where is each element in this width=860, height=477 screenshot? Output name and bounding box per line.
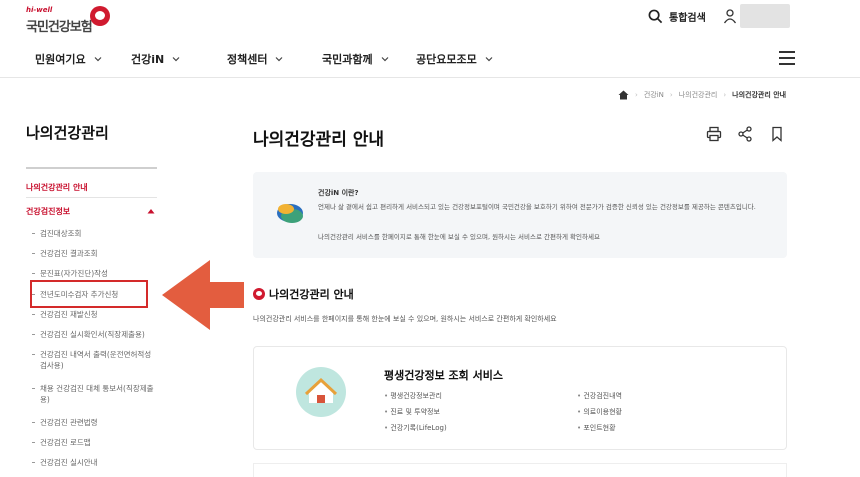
house-icon (296, 367, 346, 417)
service-link[interactable]: 건강기록(LifeLog) (384, 423, 446, 433)
gnb-item-label: 건강iN (131, 53, 165, 66)
info-question: 건강iN 이란? (318, 189, 359, 197)
service-link[interactable]: 포인트현황 (577, 423, 615, 433)
logo-subtitle: hi-well (26, 6, 53, 14)
breadcrumb-separator: › (723, 91, 727, 99)
sidebar-sub-item[interactable]: 건강검진 재발신청 (32, 309, 158, 320)
highlight-box (30, 280, 148, 308)
chevron-down-icon (276, 57, 283, 62)
search-label: 통합검색 (669, 12, 706, 24)
sidebar-divider (26, 197, 157, 198)
section-title: 나의건강관리 안내 (269, 288, 354, 301)
service-link[interactable]: 진료 및 투약정보 (384, 407, 440, 417)
info-text-secondary: 나의건강관리 서비스를 한페이지로 통해 한눈에 보실 수 있으며, 원하시는 … (318, 233, 600, 241)
search-button[interactable]: 통합검색 (648, 6, 706, 26)
pointer-arrow-icon (162, 260, 244, 330)
breadcrumb-current: 나의건강관리 안내 (732, 91, 787, 99)
gnb-item-policy[interactable]: 정책센터 (227, 51, 283, 67)
share-icon[interactable] (737, 126, 753, 142)
gnb-item-label: 정책센터 (227, 53, 268, 66)
bookmark-icon[interactable] (769, 126, 785, 142)
sidebar-sub-item[interactable]: 건강검진 결과조회 (32, 248, 158, 259)
sidebar-sub-item[interactable]: 검진대상조회 (32, 228, 158, 239)
info-text: 언제나 삶 곁에서 쉽고 편리하게 서비스되고 있는 건강정보포털이며 국민건강… (318, 203, 756, 211)
next-service-card (253, 463, 787, 477)
section-description: 나의건강관리 서비스를 한페이지를 통해 한눈에 보실 수 있으며, 원하시는 … (253, 315, 557, 323)
sidebar-title: 나의건강관리 (26, 124, 109, 142)
service-title: 평생건강정보 조회 서비스 (384, 369, 503, 382)
health-in-icon (277, 204, 303, 223)
page-title: 나의건강관리 안내 (253, 130, 385, 150)
chevron-down-icon (94, 57, 102, 62)
logo-mark-icon (90, 6, 110, 26)
gnb-item-about[interactable]: 공단요모조모 (416, 51, 493, 67)
gnb-item-label: 민원여기요 (35, 53, 86, 66)
service-link[interactable]: 의료이용현황 (577, 407, 622, 417)
gnb-item-label: 국민과함께 (322, 53, 373, 66)
user-name-box[interactable] (740, 4, 790, 28)
sidebar-sub-item[interactable]: 채용 건강검진 대체 통보서(직장제출용) (32, 383, 158, 405)
gnb-item-label: 공단요모조모 (416, 53, 477, 66)
breadcrumb-item[interactable]: 건강iN (644, 90, 664, 100)
section-bullet-icon (253, 288, 265, 300)
user-icon[interactable] (723, 8, 737, 24)
search-icon (648, 9, 663, 23)
breadcrumb: › 건강iN › 나의건강관리 › 나의건강관리 안내 (618, 90, 786, 100)
main-navigation: 민원여기요 건강iN 정책센터 국민과함께 공단요모조모 (0, 42, 860, 78)
sidebar-sub-item[interactable]: 건강검진 실시확인서(직장제출용) (32, 329, 158, 340)
breadcrumb-separator: › (635, 91, 638, 99)
sidebar-sub-item[interactable]: 건강검진 로드맵 (32, 437, 158, 448)
breadcrumb-item[interactable]: 나의건강관리 (679, 90, 718, 100)
sidebar-sub-item[interactable]: 문진표(자가진단)작성 (32, 268, 158, 279)
home-icon[interactable] (618, 90, 629, 100)
gnb-item-civil[interactable]: 민원여기요 (35, 51, 102, 67)
breadcrumb-separator: › (669, 91, 673, 99)
gnb-item-health[interactable]: 건강iN (131, 51, 180, 67)
sidebar-sub-item[interactable]: 건강검진 내역서 출력(운전면허적성검사용) (32, 349, 158, 371)
print-icon[interactable] (706, 126, 722, 142)
service-link[interactable]: 평생건강정보관리 (384, 391, 442, 401)
sidebar-divider (26, 167, 157, 169)
gnb-item-together[interactable]: 국민과함께 (322, 51, 389, 67)
sidebar-sub-item[interactable]: 건강검진 관련법령 (32, 417, 158, 428)
chevron-down-icon (485, 57, 493, 62)
sidebar-item-intro[interactable]: 나의건강관리 안내 (26, 182, 88, 193)
chevron-down-icon (172, 57, 180, 62)
logo-title: 국민건강보험 (26, 20, 93, 35)
hamburger-icon[interactable] (779, 51, 795, 65)
chevron-down-icon (381, 57, 389, 62)
service-card: 평생건강정보 조회 서비스 평생건강정보관리 진료 및 투약정보 건강기록(Li… (253, 346, 787, 450)
sidebar-item-checkup-info[interactable]: 건강검진정보 (26, 206, 70, 217)
sidebar-sub-item[interactable]: 건강검진 실시안내 (32, 457, 158, 468)
site-header: hi-well 국민건강보험 통합검색 (0, 0, 860, 42)
info-box: 건강iN 이란? 언제나 삶 곁에서 쉽고 편리하게 서비스되고 있는 건강정보… (253, 172, 787, 258)
chevron-up-icon[interactable] (147, 208, 155, 214)
logo[interactable]: hi-well 국민건강보험 (26, 6, 126, 36)
service-link[interactable]: 건강검진내역 (577, 391, 622, 401)
